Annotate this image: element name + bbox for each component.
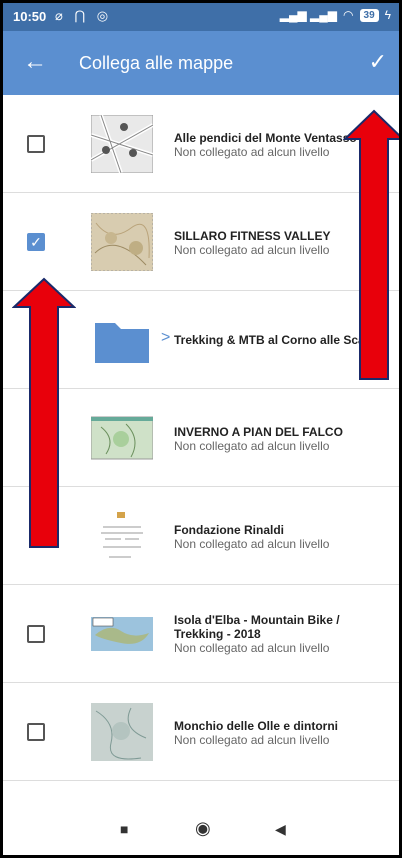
item-subtitle: Non collegato ad alcun livello bbox=[174, 641, 330, 655]
checkbox[interactable] bbox=[27, 135, 45, 153]
status-time: 10:50 bbox=[13, 9, 47, 24]
notification-icons: ⌀ ⋂ ◎ bbox=[55, 8, 113, 23]
item-title: Isola d'Elba - Mountain Bike / Trekking … bbox=[174, 613, 340, 641]
item-subtitle: Non collegato ad alcun livello bbox=[174, 439, 330, 453]
battery-level: 39 bbox=[359, 8, 379, 22]
item-title: Monchio delle Olle e dintorni bbox=[174, 719, 339, 733]
wifi-icon: ◠ bbox=[343, 8, 354, 22]
item-subtitle: Non collegato ad alcun livello bbox=[174, 537, 330, 551]
list-item[interactable]: Alle pendici del Monte Ventasso Non coll… bbox=[3, 95, 399, 193]
map-thumbnail bbox=[91, 703, 153, 761]
map-thumbnail bbox=[91, 213, 153, 271]
home-icon[interactable]: ◉ bbox=[195, 818, 211, 839]
map-thumbnail bbox=[91, 115, 153, 173]
checkbox-checked[interactable]: ✓ bbox=[27, 233, 45, 251]
signal-icon: ▂▄▆ ▂▄▆ bbox=[279, 8, 338, 22]
back-nav-icon[interactable]: ◀ bbox=[275, 821, 286, 838]
status-bar: 10:50 ⌀ ⋂ ◎ ▂▄▆ ▂▄▆ ◠ 39 ϟ bbox=[3, 3, 399, 31]
recent-apps-icon[interactable]: ■ bbox=[120, 821, 128, 837]
item-subtitle: Non collegato ad alcun livello bbox=[174, 733, 330, 747]
checkbox[interactable] bbox=[27, 625, 45, 643]
list-item[interactable]: Monchio delle Olle e dintorni Non colleg… bbox=[3, 683, 399, 781]
system-nav-bar: ■ ◉ ◀ bbox=[3, 807, 399, 855]
annotation-arrow-right bbox=[343, 109, 399, 380]
map-thumbnail bbox=[91, 617, 153, 651]
map-thumbnail bbox=[91, 507, 153, 565]
item-title: INVERNO A PIAN DEL FALCO bbox=[174, 425, 343, 439]
page-title: Collega alle mappe bbox=[79, 53, 234, 73]
charging-icon: ϟ bbox=[384, 8, 391, 22]
chevron-right-icon: > bbox=[161, 329, 171, 346]
screen: 10:50 ⌀ ⋂ ◎ ▂▄▆ ▂▄▆ ◠ 39 ϟ ← Collega all… bbox=[3, 3, 399, 855]
confirm-check-icon[interactable]: ✓ bbox=[369, 49, 387, 75]
back-arrow-icon[interactable]: ← bbox=[23, 47, 47, 77]
checkbox[interactable] bbox=[27, 723, 45, 741]
map-thumbnail bbox=[91, 416, 153, 460]
app-bar: ← Collega alle mappe ✓ bbox=[3, 31, 399, 95]
list-item[interactable]: Isola d'Elba - Mountain Bike / Trekking … bbox=[3, 585, 399, 683]
annotation-arrow-left bbox=[12, 277, 76, 548]
item-title: Fondazione Rinaldi bbox=[174, 523, 284, 537]
folder-icon bbox=[95, 323, 149, 363]
